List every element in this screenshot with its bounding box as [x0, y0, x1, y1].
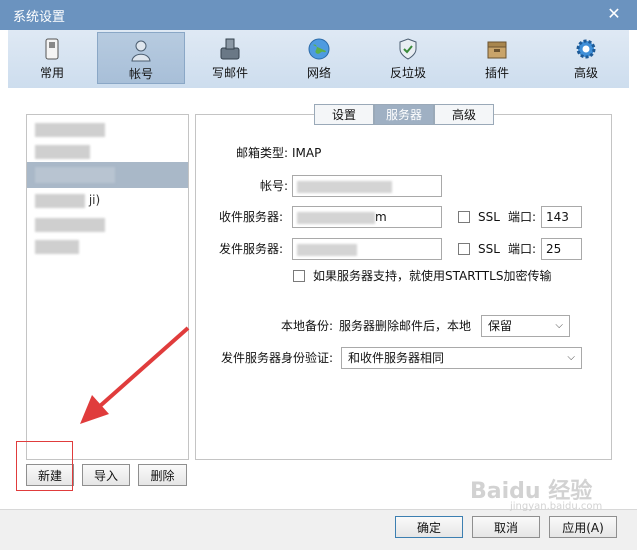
- account-list[interactable]: ji): [26, 114, 189, 460]
- outgoing-port-label: 端口:: [508, 242, 537, 256]
- incoming-port-input[interactable]: 143: [541, 206, 582, 228]
- list-item[interactable]: [35, 119, 105, 139]
- cancel-button[interactable]: 取消: [472, 516, 540, 538]
- phone-icon: [45, 38, 59, 60]
- toolbar-item-compose[interactable]: 写邮件: [186, 32, 274, 84]
- toolbar-item-label: 插件: [484, 66, 509, 80]
- settings-panel: [195, 114, 612, 460]
- chevron-down-icon: ⌵: [555, 320, 563, 331]
- watermark-sub: jingyan.baidu.com: [510, 501, 603, 512]
- dialog-footer: [0, 509, 637, 550]
- incoming-server-label: 收件服务器:: [218, 210, 283, 224]
- ok-button[interactable]: 确定: [395, 516, 463, 538]
- toolbar-item-network[interactable]: 网络: [275, 32, 363, 84]
- mailbox-type-value: IMAP: [292, 146, 322, 160]
- local-backup-label: 本地备份:: [280, 319, 333, 333]
- outgoing-server-input[interactable]: [292, 238, 442, 260]
- toolbar-item-label: 帐号: [128, 67, 153, 81]
- redacted-text: [35, 144, 90, 159]
- toolbar-item-advanced[interactable]: 高级: [542, 32, 630, 84]
- tab-advanced[interactable]: 高级: [434, 104, 494, 125]
- list-item[interactable]: ji): [35, 190, 100, 210]
- account-label: 帐号:: [259, 179, 288, 193]
- outgoing-auth-select[interactable]: 和收件服务器相同 ⌵: [341, 347, 582, 369]
- redacted-text: [35, 239, 79, 254]
- redacted-text: [35, 122, 105, 137]
- list-item-selected[interactable]: [27, 162, 188, 188]
- local-backup-value: 保留: [488, 319, 513, 333]
- gear-icon: [576, 39, 596, 59]
- list-item[interactable]: [35, 236, 79, 256]
- toolbar-item-label: 写邮件: [211, 66, 248, 80]
- toolbar-item-label: 网络: [306, 66, 331, 80]
- redacted-text: [35, 193, 85, 208]
- plugin-box-icon: [487, 41, 507, 59]
- toolbar-item-antispam[interactable]: 反垃圾: [364, 32, 452, 84]
- tab-settings[interactable]: 设置: [314, 104, 374, 125]
- user-icon: [131, 40, 151, 62]
- redacted-text: [297, 211, 375, 224]
- incoming-ssl-label: SSL: [478, 210, 500, 224]
- local-backup-desc: 服务器删除邮件后，本地: [339, 319, 472, 333]
- title-bar: 系统设置 ✕: [0, 0, 637, 30]
- toolbar-item-label: 高级: [573, 66, 598, 80]
- redacted-text: [297, 243, 357, 256]
- toolbar-item-label: 反垃圾: [389, 66, 426, 80]
- outgoing-auth-label: 发件服务器身份验证:: [220, 351, 333, 365]
- window-title: 系统设置: [13, 10, 66, 25]
- baidu-watermark: Baidu 经验 jingyan.baidu.com: [470, 473, 602, 512]
- shield-icon: [399, 38, 417, 60]
- incoming-server-partial: m: [375, 210, 387, 224]
- incoming-ssl-checkbox[interactable]: [458, 211, 470, 223]
- toolbar-item-plugins[interactable]: 插件: [453, 32, 541, 84]
- toolbar-item-account[interactable]: 帐号: [97, 32, 185, 84]
- tab-server[interactable]: 服务器: [374, 104, 434, 125]
- compose-icon: [220, 38, 240, 60]
- outgoing-ssl-label: SSL: [478, 242, 500, 256]
- apply-button[interactable]: 应用(A): [549, 516, 617, 538]
- toolbar-item-general[interactable]: 常用: [8, 32, 96, 84]
- globe-icon: [308, 38, 330, 60]
- starttls-checkbox[interactable]: [293, 270, 305, 282]
- account-input[interactable]: [292, 175, 442, 197]
- outgoing-port-input[interactable]: 25: [541, 238, 582, 260]
- local-backup-select[interactable]: 保留 ⌵: [481, 315, 570, 337]
- redacted-text: [35, 167, 115, 183]
- outgoing-ssl-checkbox[interactable]: [458, 243, 470, 255]
- import-account-button[interactable]: 导入: [82, 464, 130, 486]
- account-partial-text: ji): [88, 193, 101, 207]
- redacted-text: [297, 180, 392, 193]
- incoming-server-input[interactable]: m: [292, 206, 442, 228]
- annotation-highlight-box: [16, 441, 73, 491]
- outgoing-server-label: 发件服务器:: [218, 242, 283, 256]
- mailbox-type-label: 邮箱类型:: [235, 146, 288, 160]
- incoming-port-label: 端口:: [508, 210, 537, 224]
- delete-account-button[interactable]: 删除: [138, 464, 187, 486]
- toolbar-item-label: 常用: [39, 66, 64, 80]
- outgoing-auth-value: 和收件服务器相同: [348, 351, 445, 365]
- settings-toolbar: 常用 帐号 写邮件 网络 反垃圾 插件 高级: [8, 30, 629, 89]
- list-item[interactable]: [35, 141, 90, 161]
- starttls-label: 如果服务器支持，就使用STARTTLS加密传输: [313, 269, 552, 283]
- close-icon[interactable]: ✕: [605, 4, 623, 24]
- chevron-down-icon: ⌵: [567, 352, 575, 363]
- redacted-text: [35, 217, 105, 232]
- list-item[interactable]: [35, 214, 105, 234]
